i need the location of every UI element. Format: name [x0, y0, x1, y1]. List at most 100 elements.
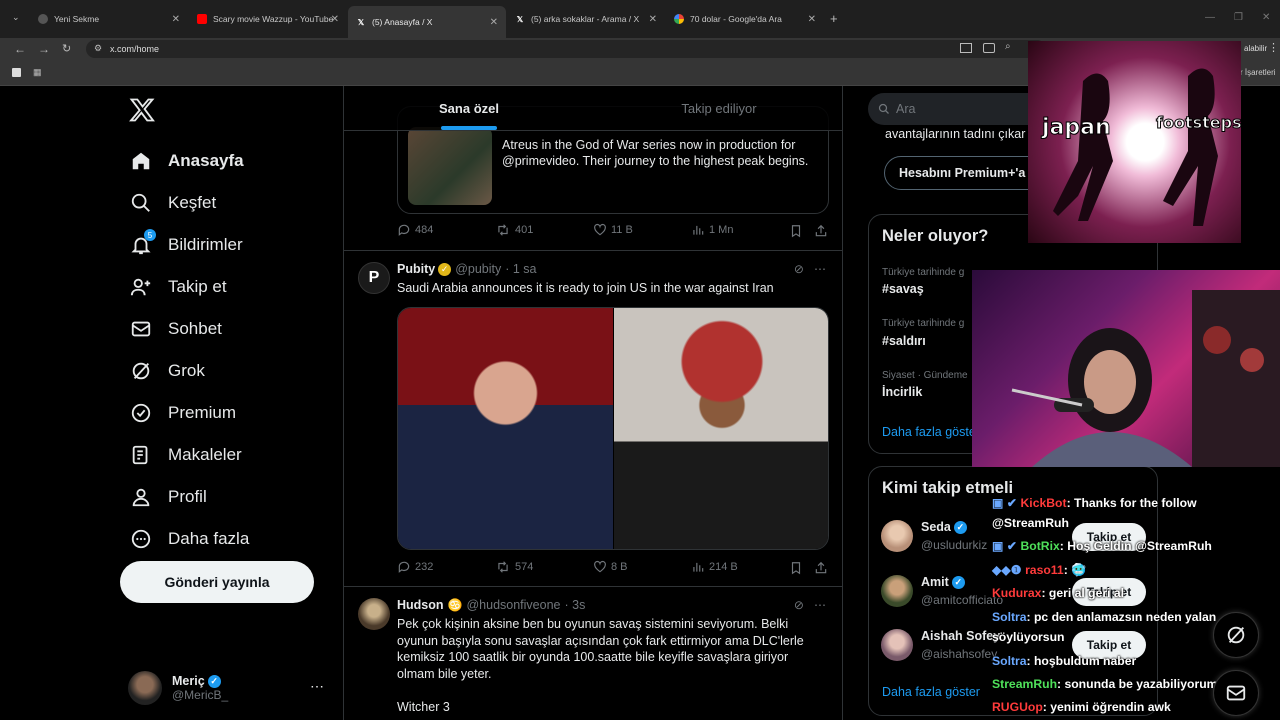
- nav-item-more[interactable]: Daha fazla: [128, 518, 348, 560]
- chat-user: Kudurax: [992, 586, 1042, 600]
- account-info: Meriç ✓ @MericB_: [172, 674, 228, 702]
- grok-icon[interactable]: ⊘: [794, 598, 804, 612]
- messages-fab[interactable]: [1213, 670, 1259, 716]
- close-tab-icon[interactable]: ✕: [649, 14, 657, 25]
- browser-tab[interactable]: 70 dolar - Google'da Ara ✕: [666, 6, 824, 32]
- trend-item[interactable]: İncirlik: [882, 385, 922, 399]
- retweet-button[interactable]: 401: [495, 223, 533, 237]
- nav-label: Bildirimler: [168, 235, 243, 254]
- chat-user: raso11: [1025, 563, 1064, 577]
- trend-item[interactable]: #saldırı: [882, 334, 926, 348]
- reload-icon[interactable]: ↻: [62, 42, 71, 55]
- close-window-icon[interactable]: ✕: [1262, 12, 1270, 23]
- globe-icon: [38, 14, 48, 24]
- author-handle[interactable]: @pubity: [455, 262, 501, 276]
- post-media[interactable]: [397, 307, 829, 550]
- install-icon[interactable]: [983, 43, 995, 53]
- post-time[interactable]: · 1 sa: [505, 262, 536, 276]
- avatar[interactable]: P: [358, 262, 390, 294]
- chat-user: Soltra: [992, 654, 1027, 668]
- more-dots-icon[interactable]: ⋯: [814, 598, 826, 612]
- close-tab-icon[interactable]: ✕: [331, 14, 339, 25]
- post-text: Witcher 3: [397, 700, 450, 714]
- browser-tab[interactable]: Scary movie Wazzup - YouTube ✕: [189, 6, 347, 32]
- chat-text: : 🥶: [1063, 563, 1087, 577]
- user-handle: @aishahsofey: [921, 647, 998, 661]
- avatar: [128, 671, 162, 705]
- show-more-link[interactable]: Daha fazla göste: [882, 425, 976, 439]
- back-icon[interactable]: ←: [14, 42, 26, 56]
- show-more-link[interactable]: Daha fazla göster: [882, 685, 980, 699]
- browser-tab[interactable]: 𝕏 (5) arka sokaklar - Arama / X ✕: [507, 6, 665, 32]
- tab-search-square-icon[interactable]: [12, 68, 21, 77]
- grok-icon[interactable]: ⊘: [794, 262, 804, 276]
- close-tab-icon[interactable]: ✕: [172, 14, 180, 25]
- account-switcher[interactable]: Meriç ✓ @MericB_ ⋯: [128, 668, 328, 708]
- tab-title: Scary movie Wazzup - YouTube: [213, 14, 334, 24]
- person-icon: [128, 484, 154, 510]
- author-name[interactable]: Pubity: [397, 262, 435, 276]
- post-button[interactable]: Gönderi yayınla: [120, 561, 314, 603]
- author-name[interactable]: Hudson: [397, 598, 444, 612]
- nav-item-explore[interactable]: Keşfet: [128, 182, 348, 224]
- close-tab-icon[interactable]: ✕: [490, 17, 498, 28]
- nav-item-grok[interactable]: Grok: [128, 350, 348, 392]
- nav-item-premium[interactable]: Premium: [128, 392, 348, 434]
- like-button[interactable]: 8 B: [593, 560, 628, 574]
- close-tab-icon[interactable]: ✕: [808, 14, 816, 25]
- tab-search-icon[interactable]: ⌄: [12, 12, 20, 23]
- browser-tab[interactable]: Yeni Sekme ✕: [30, 6, 188, 32]
- share-icon[interactable]: [814, 560, 828, 576]
- bookmark-icon[interactable]: [789, 223, 803, 239]
- new-tab-icon[interactable]: +: [830, 11, 838, 26]
- apps-grid-icon[interactable]: ▦: [33, 67, 42, 78]
- retweet-icon: [498, 561, 508, 573]
- google-icon: [674, 14, 684, 24]
- bookmark-icon[interactable]: [789, 560, 803, 576]
- views-button[interactable]: 214 B: [691, 560, 738, 574]
- divider: [344, 586, 842, 587]
- retweet-icon: [498, 224, 508, 236]
- post-time[interactable]: · 3s: [565, 598, 586, 612]
- nav-item-home[interactable]: Anasayfa: [128, 140, 348, 182]
- nav-item-follow[interactable]: Takip et: [128, 266, 348, 308]
- nav-item-articles[interactable]: Makaleler: [128, 434, 348, 476]
- reply-button[interactable]: 484: [397, 223, 433, 237]
- retweet-button[interactable]: 574: [495, 560, 533, 574]
- more-dots-icon[interactable]: ⋯: [310, 678, 324, 695]
- trend-item[interactable]: #savaş: [882, 282, 924, 296]
- tab-following[interactable]: Takip ediliyor: [594, 86, 842, 130]
- author-handle[interactable]: @hudsonfiveone: [466, 598, 560, 612]
- reply-icon: [398, 561, 410, 573]
- post-text: Pek çok kişinin aksine ben bu oyunun sav…: [397, 617, 804, 681]
- nav-item-chat[interactable]: Sohbet: [128, 308, 348, 350]
- avatar[interactable]: [358, 598, 390, 630]
- share-icon[interactable]: [814, 223, 828, 239]
- tab-for-you[interactable]: Sana özel: [344, 86, 594, 130]
- zoom-icon[interactable]: ⌕: [1005, 41, 1011, 52]
- like-button[interactable]: 11 B: [593, 223, 633, 237]
- url-field[interactable]: ⚙ x.com/home: [86, 40, 1046, 58]
- browser-tab-active[interactable]: 𝕏 (5) Anasayfa / X ✕: [348, 6, 506, 38]
- trend-context: Türkiye tarihinde g: [882, 267, 965, 278]
- reply-count: 484: [415, 224, 434, 236]
- minimize-icon[interactable]: —: [1205, 12, 1215, 23]
- views-icon: [693, 562, 704, 572]
- grok-fab[interactable]: [1213, 612, 1259, 658]
- badge-icon: ♋: [447, 598, 463, 612]
- maximize-icon[interactable]: ❐: [1234, 12, 1243, 23]
- mail-icon: [128, 316, 154, 342]
- reply-button[interactable]: 232: [397, 560, 433, 574]
- timeline-tabs: Sana özel Takip ediliyor: [344, 86, 842, 131]
- forward-icon[interactable]: →: [38, 42, 50, 56]
- menu-dots-icon[interactable]: ⋮: [1268, 41, 1279, 54]
- nav-item-notifications[interactable]: 5 Bildirimler: [128, 224, 348, 266]
- nav-item-profile[interactable]: Profil: [128, 476, 348, 518]
- chat-user: StreamRuh: [992, 677, 1058, 691]
- more-dots-icon[interactable]: ⋯: [814, 262, 826, 276]
- cast-off-icon[interactable]: [960, 43, 972, 53]
- site-info-icon[interactable]: ⚙: [94, 43, 102, 54]
- x-logo-icon[interactable]: [128, 96, 156, 124]
- nav-label: Sohbet: [168, 319, 222, 338]
- views-button[interactable]: 1 Mn: [691, 223, 733, 237]
